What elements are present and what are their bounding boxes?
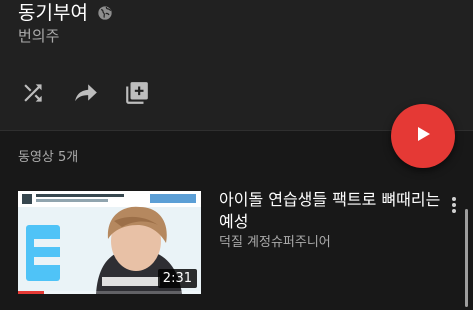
video-title[interactable]: 아이돌 연습생들 팩트로 뼈때리는 예성 xyxy=(219,189,441,233)
watch-progress xyxy=(18,291,201,294)
add-to-playlist-icon[interactable] xyxy=(124,80,150,106)
title-row: 동기부여 xyxy=(18,0,113,26)
video-duration: 2:31 xyxy=(157,269,197,288)
scrollbar[interactable] xyxy=(465,209,468,307)
shuffle-icon[interactable] xyxy=(20,80,46,106)
watch-progress-fill xyxy=(18,291,44,294)
globe-icon xyxy=(97,5,113,21)
playlist-screen: 동기부여 번의주 동영상 5개 2:31 아이돌 연습생들 팩트로 뼈때리는 예… xyxy=(0,0,473,310)
share-icon[interactable] xyxy=(73,80,99,106)
video-thumbnail[interactable]: 2:31 xyxy=(18,191,201,294)
video-channel: 덕질 계정슈퍼주니어 xyxy=(219,235,331,250)
more-vert-icon[interactable] xyxy=(447,195,461,215)
play-icon xyxy=(413,124,433,148)
playlist-owner[interactable]: 번의주 xyxy=(18,26,59,46)
play-all-button[interactable] xyxy=(391,104,455,168)
playlist-title: 동기부여 xyxy=(18,2,88,24)
video-count: 동영상 5개 xyxy=(18,150,79,165)
